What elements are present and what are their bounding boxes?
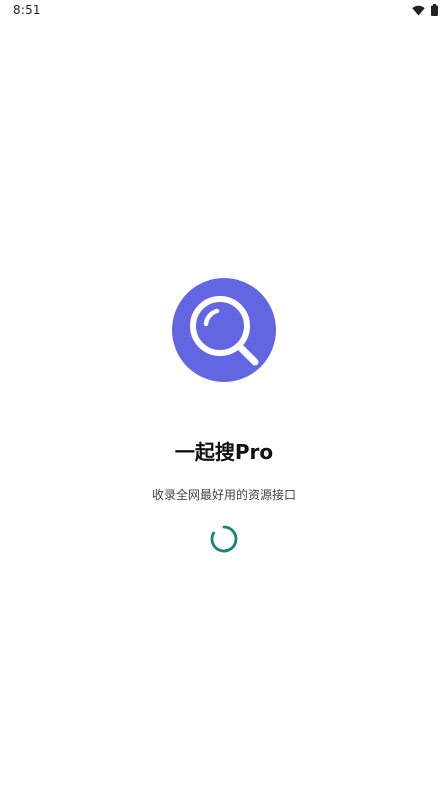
status-time: 8:51 <box>13 3 41 17</box>
app-logo <box>172 278 276 382</box>
wifi-icon <box>412 5 425 16</box>
loading-spinner <box>209 524 239 554</box>
search-icon <box>190 296 259 366</box>
app-subtitle: 收录全网最好用的资源接口 <box>151 488 296 502</box>
battery-icon <box>431 4 438 16</box>
app-title: 一起搜Pro <box>174 440 274 464</box>
loading-spinner-icon <box>210 525 238 553</box>
status-bar: 8:51 <box>0 0 448 22</box>
splash-screen: 8:51 一起搜Pro 收录全网最好用的资源接口 <box>0 0 448 797</box>
status-icons <box>412 4 438 16</box>
